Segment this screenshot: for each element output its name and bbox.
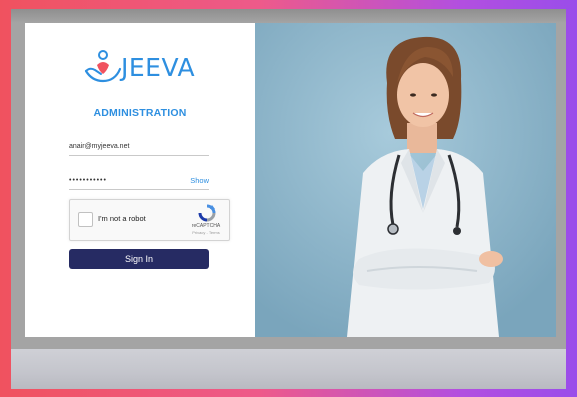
device-bezel: JEEVA ADMINISTRATION anair@myjeeva.net •…: [11, 9, 566, 389]
recaptcha-brand: reCAPTCHA: [191, 223, 221, 229]
gradient-frame: JEEVA ADMINISTRATION anair@myjeeva.net •…: [0, 0, 577, 397]
email-field[interactable]: anair@myjeeva.net: [69, 141, 209, 156]
sign-in-button[interactable]: Sign In: [69, 249, 209, 269]
brand-name: JEEVA: [121, 53, 196, 82]
password-value: •••••••••••: [69, 177, 107, 184]
login-panel: JEEVA ADMINISTRATION anair@myjeeva.net •…: [25, 23, 255, 337]
top-bezel: [11, 9, 566, 23]
recaptcha-label: I'm not a robot: [98, 214, 146, 223]
hands-heart-icon: [84, 50, 122, 83]
recaptcha-checkbox[interactable]: [78, 212, 93, 227]
jeeva-logo: JEEVA: [83, 47, 203, 87]
recaptcha-terms-link[interactable]: Privacy - Terms: [186, 230, 226, 235]
recaptcha-logo-icon: [198, 204, 216, 222]
doctor-portrait-icon: [255, 23, 556, 337]
password-field[interactable]: ••••••••••• Show: [69, 175, 209, 190]
hero-photo: [255, 23, 556, 337]
email-value: anair@myjeeva.net: [69, 143, 130, 150]
login-screen: JEEVA ADMINISTRATION anair@myjeeva.net •…: [25, 23, 556, 337]
bottom-bezel: [11, 349, 566, 389]
show-password-link[interactable]: Show: [190, 175, 209, 187]
recaptcha-widget: I'm not a robot reCAPTCHA Privacy - Term…: [69, 199, 230, 241]
admin-subtitle: ADMINISTRATION: [93, 107, 187, 119]
